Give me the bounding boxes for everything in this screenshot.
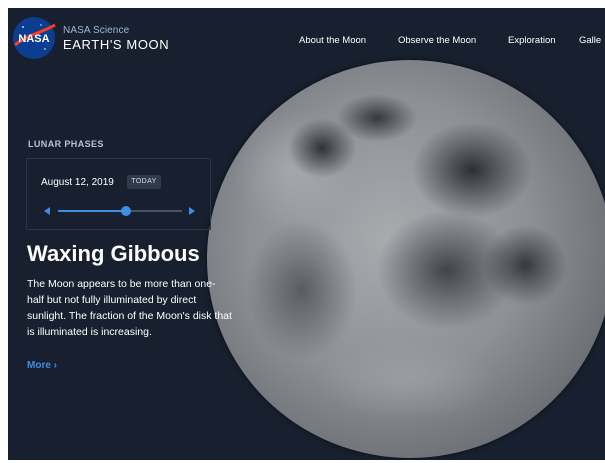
nav-item-exploration[interactable]: Exploration bbox=[508, 35, 556, 46]
moon-image bbox=[207, 60, 605, 458]
phase-title: Waxing Gibbous bbox=[27, 241, 200, 266]
app-frame: NASA NASA Science EARTH'S MOON About the… bbox=[8, 8, 605, 460]
current-date: August 12, 2019 bbox=[41, 177, 114, 188]
more-link[interactable]: More › bbox=[27, 360, 57, 371]
nav-item-about-the-moon[interactable]: About the Moon bbox=[299, 35, 366, 46]
main-nav: About the Moon Observe the Moon Explorat… bbox=[8, 35, 605, 53]
previous-arrow-icon[interactable] bbox=[44, 207, 50, 215]
phase-description: The Moon appears to be more than one-hal… bbox=[27, 278, 232, 338]
next-arrow-icon[interactable] bbox=[189, 207, 195, 215]
date-slider-thumb[interactable] bbox=[121, 206, 132, 216]
section-label: LUNAR PHASES bbox=[28, 139, 104, 149]
date-slider-fill bbox=[58, 210, 127, 212]
site-header: NASA NASA Science EARTH'S MOON About the… bbox=[8, 8, 605, 70]
nav-item-galleries[interactable]: Galle bbox=[579, 35, 601, 46]
date-panel: August 12, 2019 TODAY bbox=[26, 158, 211, 230]
nav-item-observe-the-moon[interactable]: Observe the Moon bbox=[398, 35, 476, 46]
today-button[interactable]: TODAY bbox=[127, 175, 161, 189]
